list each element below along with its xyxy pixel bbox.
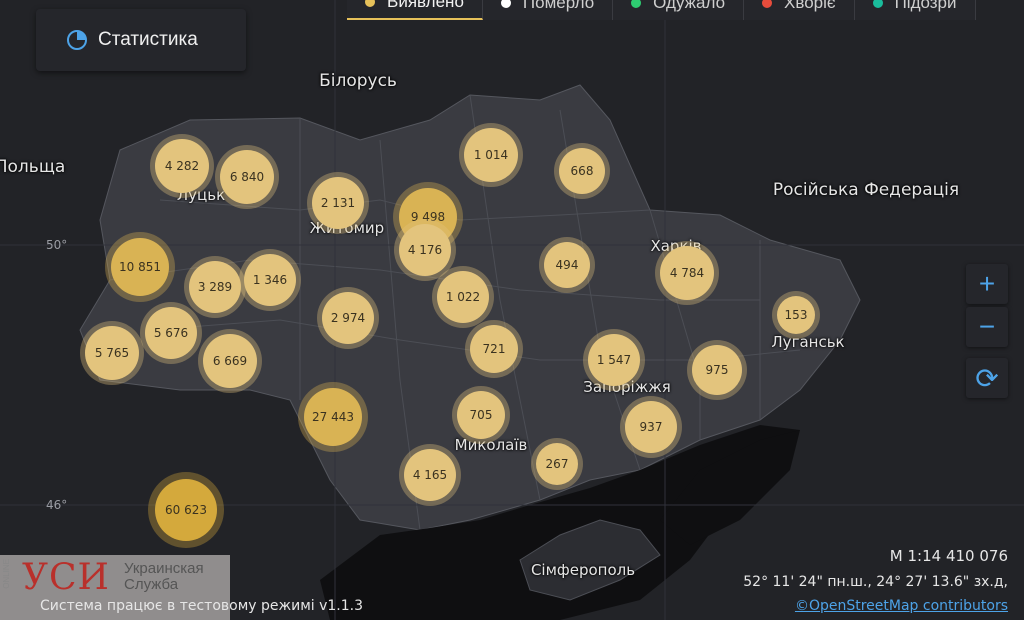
cluster-bubble[interactable]: 975 [692, 345, 742, 395]
zoom-out-button[interactable]: − [966, 307, 1008, 347]
cluster-bubble[interactable]: 6 840 [220, 150, 274, 204]
cluster-bubble[interactable]: 5 765 [85, 326, 139, 380]
cluster-bubble[interactable]: 4 176 [399, 224, 451, 276]
cluster-bubble[interactable]: 4 165 [404, 449, 456, 501]
tab-recovered[interactable]: Одужало [613, 0, 745, 20]
tab-label: Підозри [894, 0, 957, 12]
refresh-icon: ⟳ [975, 362, 999, 394]
cluster-bubble[interactable]: 4 784 [660, 246, 714, 300]
cluster-bubble[interactable]: 721 [470, 325, 518, 373]
tab-sick[interactable]: Хворіє [744, 0, 855, 20]
cluster-bubble[interactable]: 6 669 [203, 334, 257, 388]
watermark-name-line1: Украинская [124, 560, 204, 577]
tab-label: Одужало [653, 0, 726, 12]
map-canvas[interactable] [0, 0, 1024, 620]
cluster-bubble[interactable]: 4 282 [155, 139, 209, 193]
cluster-bubble[interactable]: 494 [544, 242, 590, 288]
cluster-bubble[interactable]: 1 022 [437, 271, 489, 323]
tab-label: Померло [522, 0, 595, 12]
cluster-bubble[interactable]: 937 [625, 401, 677, 453]
osm-attribution-link[interactable]: ©OpenStreetMap contributors [795, 598, 1008, 614]
label-poland: Польща [0, 157, 66, 177]
zoom-in-button[interactable]: + [966, 264, 1008, 304]
tab-died[interactable]: Померло [483, 0, 614, 20]
status-dot-icon [500, 0, 511, 8]
statistics-button[interactable]: Статистика [36, 9, 246, 71]
status-dot-icon [631, 0, 642, 8]
cluster-bubble[interactable]: 5 676 [145, 307, 197, 359]
cluster-bubble[interactable]: 705 [457, 391, 505, 439]
cursor-coordinates: 52° 11' 24" пн.ш., 24° 27' 13.6" зх.д, [743, 574, 1008, 590]
latitude-50-label: 50° [46, 238, 68, 252]
cluster-bubble[interactable]: 1 014 [464, 128, 518, 182]
cluster-bubble[interactable]: 2 974 [322, 292, 374, 344]
pie-chart-icon [67, 30, 87, 50]
tab-label: Виявлено [387, 0, 464, 11]
cluster-bubble[interactable]: 10 851 [111, 238, 169, 296]
watermark-name-line2: Служба [124, 576, 179, 593]
minus-icon: − [978, 311, 996, 342]
label-luhansk: Луганськ [771, 333, 845, 351]
reset-view-button[interactable]: ⟳ [966, 358, 1008, 398]
label-simferopol: Сімферополь [530, 561, 636, 579]
tab-suspected[interactable]: Підозри [855, 0, 976, 20]
cluster-bubble[interactable]: 153 [777, 296, 815, 334]
status-dot-icon [365, 0, 375, 7]
status-dot-icon [872, 0, 883, 8]
label-belarus: Білорусь [319, 71, 397, 91]
plus-icon: + [978, 268, 996, 299]
cluster-bubble[interactable]: 2 131 [312, 177, 364, 229]
watermark-side-text: ONLINE [2, 559, 11, 589]
tab-label: Хворіє [784, 0, 836, 12]
cluster-bubble[interactable]: 668 [559, 148, 605, 194]
latitude-46-label: 46° [46, 498, 68, 512]
status-dot-icon [762, 0, 773, 8]
watermark-logo: УСИ [22, 557, 110, 598]
cluster-bubble[interactable]: 1 346 [244, 254, 296, 306]
watermark-name: Украинская Служба [124, 561, 204, 593]
status-tabs: Виявлено Померло Одужало Хворіє Підозри [347, 0, 976, 20]
label-russia: Російська Федерація [772, 180, 960, 200]
map-scale: M 1:14 410 076 [889, 547, 1008, 565]
cluster-bubble[interactable]: 1 547 [588, 334, 640, 386]
label-mykolaiv: Миколаїв [454, 436, 528, 454]
version-text: Система працює в тестовому режимі v1.1.3 [40, 598, 364, 614]
cluster-bubble[interactable]: 267 [536, 443, 578, 485]
cluster-bubble[interactable]: 3 289 [189, 261, 241, 313]
cluster-bubble[interactable]: 60 623 [155, 479, 217, 541]
cluster-bubble[interactable]: 27 443 [304, 388, 362, 446]
statistics-label: Статистика [98, 29, 198, 50]
tab-detected[interactable]: Виявлено [347, 0, 483, 20]
